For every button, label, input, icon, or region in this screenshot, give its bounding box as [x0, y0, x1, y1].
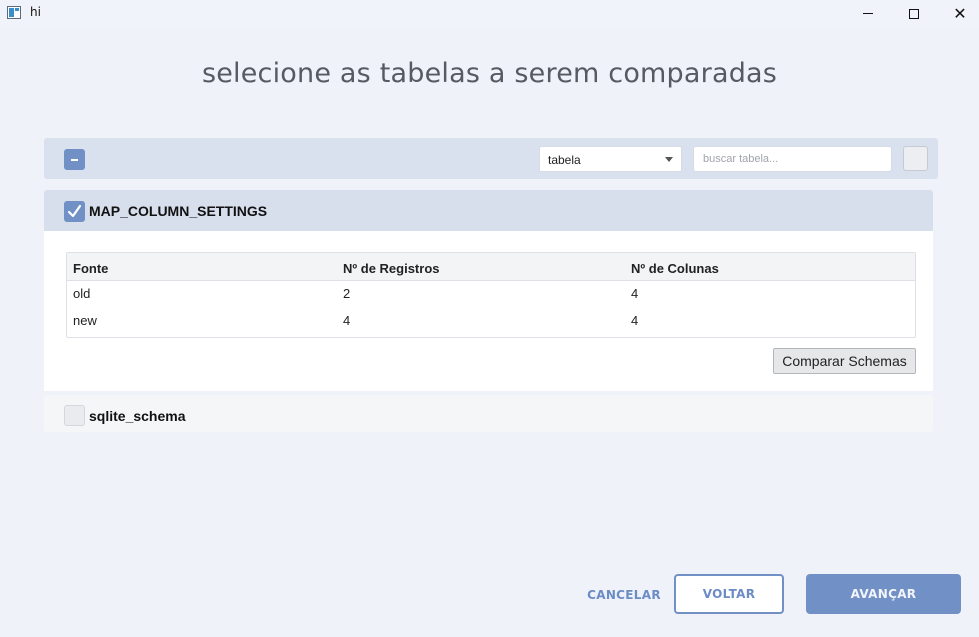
collapse-all-button[interactable] — [64, 149, 85, 170]
minimize-button[interactable] — [845, 0, 891, 27]
maximize-button[interactable] — [891, 0, 937, 27]
window-title-bar: hi ✕ — [0, 0, 979, 27]
column-header-registros[interactable]: Nº de Registros — [343, 261, 440, 276]
table-header-row: Fonte Nº de Registros Nº de Colunas — [67, 253, 915, 281]
table-panel-header[interactable]: MAP_COLUMN_SETTINGS — [44, 190, 933, 231]
search-column-select[interactable]: tabela — [539, 146, 682, 172]
column-header-fonte[interactable]: Fonte — [73, 261, 108, 276]
page-title: selecione as tabelas a serem comparadas — [201, 58, 778, 89]
table-cell: new — [73, 313, 97, 328]
table-cell: 4 — [631, 313, 639, 328]
table-select-checkbox[interactable] — [64, 405, 85, 426]
window-title: hi — [30, 5, 41, 19]
cancel-button[interactable]: CANCELAR — [587, 584, 661, 606]
source-info-table: Fonte Nº de Registros Nº de Colunas old … — [66, 252, 916, 338]
table-cell: 4 — [631, 286, 639, 301]
search-button[interactable] — [903, 146, 928, 171]
chevron-down-icon — [665, 157, 673, 162]
minimize-icon — [863, 13, 873, 14]
table-panel-body: Fonte Nº de Registros Nº de Colunas old … — [44, 231, 933, 391]
table-row[interactable]: new 4 4 — [67, 308, 915, 335]
close-icon: ✕ — [953, 3, 967, 23]
back-button[interactable]: VOLTAR — [674, 574, 784, 614]
app-icon — [7, 6, 21, 19]
table-panel-header[interactable]: sqlite_schema — [44, 395, 933, 432]
table-name: MAP_COLUMN_SETTINGS — [89, 203, 268, 219]
compare-schemas-button[interactable]: Comparar Schemas — [773, 348, 916, 374]
table-cell: 2 — [343, 286, 351, 301]
table-cell: old — [73, 286, 91, 301]
maximize-icon — [909, 8, 919, 19]
next-button[interactable]: AVANÇAR — [806, 574, 961, 614]
table-filter-toolbar: tabela — [44, 138, 938, 179]
table-search-input[interactable] — [693, 146, 892, 172]
table-cell: 4 — [343, 313, 351, 328]
search-column-select-value: tabela — [548, 153, 581, 167]
column-header-colunas[interactable]: Nº de Colunas — [631, 261, 719, 276]
table-name: sqlite_schema — [89, 408, 186, 424]
table-row[interactable]: old 2 4 — [67, 281, 915, 308]
checkmark-icon — [67, 204, 82, 218]
table-select-checkbox[interactable] — [64, 201, 85, 222]
minus-icon — [71, 158, 78, 161]
close-button[interactable]: ✕ — [937, 0, 979, 27]
